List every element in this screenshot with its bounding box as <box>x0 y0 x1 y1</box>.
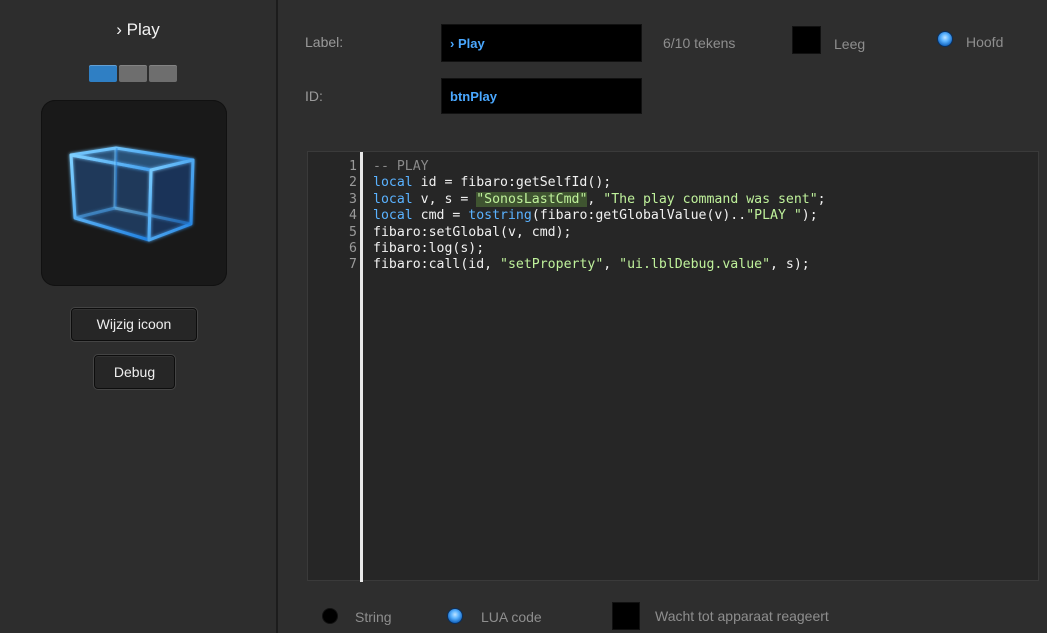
debug-button[interactable]: Debug <box>94 355 175 389</box>
code-line: 1 -- PLAY <box>308 159 826 175</box>
line-number: 7 <box>349 257 357 273</box>
code-text: -- PLAY <box>373 159 429 174</box>
line-number: 3 <box>349 191 357 207</box>
main-radio[interactable] <box>937 31 953 47</box>
icon-pager <box>89 65 177 83</box>
icon-preview <box>41 100 227 286</box>
empty-checkbox[interactable] <box>792 26 821 54</box>
code-line: 4 local cmd = tostring(fibaro:getGlobalV… <box>308 208 826 224</box>
code-text: local id = fibaro:getSelfId(); <box>373 175 612 191</box>
wait-checkbox[interactable] <box>612 602 640 630</box>
line-number: 6 <box>349 241 357 257</box>
button-title: › Play <box>116 20 160 39</box>
char-counter: 6/10 tekens <box>663 35 736 51</box>
code-lines: 1 -- PLAY 2 local id = fibaro:getSelfId(… <box>308 159 826 274</box>
code-line: 5 fibaro:setGlobal(v, cmd); <box>308 225 826 241</box>
code-line: 3 local v, s = "SonosLastCmd", "The play… <box>308 191 826 208</box>
line-number: 1 <box>349 159 357 174</box>
pager-segment-2[interactable] <box>119 65 147 82</box>
main-label: Hoofd <box>966 34 1004 50</box>
left-panel: › Play Wijzig icoon Debug <box>0 0 278 633</box>
empty-label: Leeg <box>834 36 866 52</box>
change-icon-button[interactable]: Wijzig icoon <box>71 308 197 341</box>
string-label: String <box>355 609 392 625</box>
string-radio[interactable] <box>322 608 338 624</box>
cube-icon <box>69 146 195 242</box>
label-caption: Label: <box>305 34 344 50</box>
lua-code-radio[interactable] <box>447 608 463 624</box>
code-line: 2 local id = fibaro:getSelfId(); <box>308 175 826 191</box>
code-text: local cmd = tostring(fibaro:getGlobalVal… <box>373 208 818 224</box>
line-number: 2 <box>349 175 357 191</box>
line-number: 4 <box>349 208 357 224</box>
code-line: 7 fibaro:call(id, "setProperty", "ui.lbl… <box>308 257 826 273</box>
pager-segment-3[interactable] <box>149 65 177 82</box>
pager-segment-1[interactable] <box>89 65 117 82</box>
code-text: fibaro:call(id, "setProperty", "ui.lblDe… <box>373 257 810 273</box>
wait-label: Wacht tot apparaat reageert <box>655 608 829 624</box>
line-number: 5 <box>349 224 357 240</box>
code-line: 6 fibaro:log(s); <box>308 241 826 257</box>
code-text: fibaro:setGlobal(v, cmd); <box>373 224 572 240</box>
label-input[interactable]: › Play <box>441 24 642 62</box>
id-input[interactable]: btnPlay <box>441 78 642 114</box>
id-caption: ID: <box>305 88 323 104</box>
code-text: local v, s = "SonosLastCmd", "The play c… <box>373 191 826 207</box>
code-text: fibaro:log(s); <box>373 241 485 257</box>
code-editor[interactable]: 1 -- PLAY 2 local id = fibaro:getSelfId(… <box>307 151 1039 582</box>
lua-code-label: LUA code <box>481 609 542 625</box>
